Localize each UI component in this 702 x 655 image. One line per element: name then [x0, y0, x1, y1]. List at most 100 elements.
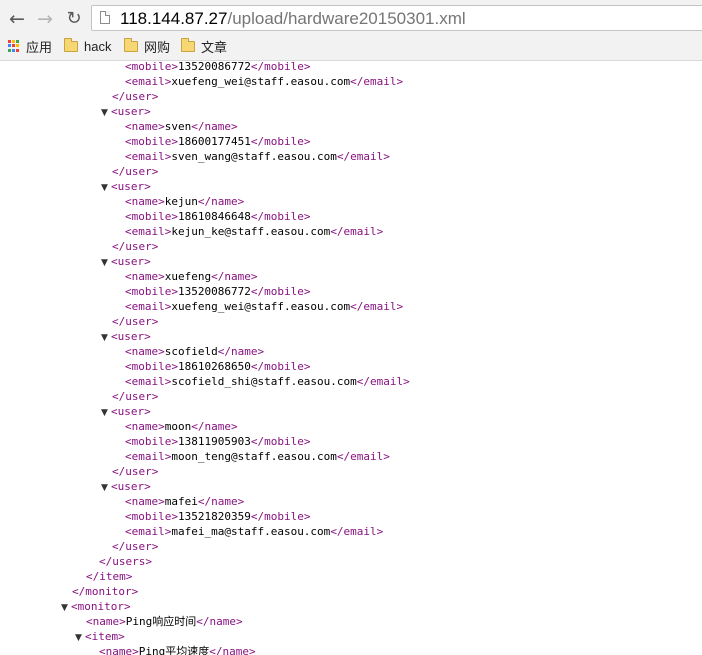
xml-text: 13811905903	[177, 435, 251, 448]
xml-users-close: </users>	[99, 554, 152, 569]
xml-tag: </mobile>	[250, 510, 311, 523]
xml-tag: </item>	[86, 570, 133, 583]
xml-text: 13520086772	[177, 61, 251, 73]
xml-tag: </email>	[330, 225, 384, 238]
xml-text: 18600177451	[177, 135, 251, 148]
xml-user-close: </user>	[112, 539, 158, 554]
xml-text: Ping响应时间	[125, 615, 197, 628]
xml-email-line: <email>xuefeng_wei@staff.easou.com</emai…	[125, 74, 403, 89]
xml-tag: </name>	[191, 120, 238, 133]
xml-tag: <name>	[125, 495, 165, 508]
xml-tag: <user>	[111, 330, 151, 343]
xml-tag: </email>	[330, 525, 384, 538]
collapse-toggle-icon[interactable]: ▼	[101, 406, 111, 421]
xml-tag: <user>	[111, 480, 151, 493]
apps-grid-icon	[8, 40, 20, 52]
xml-tag: <mobile>	[125, 510, 178, 523]
folder-icon	[181, 37, 195, 52]
xml-text: 18610268650	[177, 360, 251, 373]
xml-tag: </user>	[112, 240, 159, 253]
url-path: /upload/hardware20150301.xml	[227, 9, 466, 28]
xml-text: mafei	[164, 495, 198, 508]
xml-tag: </mobile>	[250, 135, 311, 148]
bookmark-folder-articles[interactable]: 文章	[181, 35, 227, 57]
collapse-toggle-icon[interactable]: ▼	[75, 631, 85, 646]
address-bar[interactable]: 118.144.87.27/upload/hardware20150301.xm…	[91, 5, 702, 31]
xml-user-close: </user>	[112, 464, 158, 479]
xml-text: xuefeng	[164, 270, 212, 283]
xml-monitor-close: </monitor>	[72, 584, 138, 599]
xml-email-line: <email>moon_teng@staff.easou.com</email>	[125, 449, 390, 464]
xml-tag: </name>	[209, 645, 256, 655]
apps-grid-dot	[12, 48, 15, 52]
browser-toolbar: ← → ↻ 118.144.87.27/upload/hardware20150…	[0, 4, 702, 34]
xml-text: 13520086772	[177, 285, 251, 298]
apps-grid-dot	[8, 48, 11, 52]
xml-tag: <mobile>	[125, 61, 178, 73]
xml-text: sven_wang@staff.easou.com	[171, 150, 337, 163]
xml-user-close: </user>	[112, 239, 158, 254]
bookmark-label: hack	[84, 38, 112, 54]
forward-button[interactable]: →	[33, 7, 57, 31]
xml-tag: <mobile>	[125, 210, 178, 223]
xml-tag: <email>	[125, 75, 172, 88]
xml-tag: </mobile>	[250, 285, 311, 298]
xml-text: kejun_ke@staff.easou.com	[171, 225, 331, 238]
collapse-toggle-icon[interactable]: ▼	[101, 481, 111, 496]
collapse-toggle-icon[interactable]: ▼	[61, 601, 71, 616]
xml-tag: </name>	[196, 615, 243, 628]
bookmark-folder-hack[interactable]: hack	[64, 35, 111, 57]
xml-user-open: ▼ <user>	[101, 254, 151, 269]
apps-grid-dot	[16, 48, 19, 52]
xml-name-line: <name>kejun</name>	[125, 194, 244, 209]
xml-mobile-line: <mobile>18610268650</mobile>	[125, 359, 310, 374]
xml-tag: </user>	[112, 315, 159, 328]
xml-tag: </user>	[112, 540, 159, 553]
xml-tag: </name>	[191, 420, 238, 433]
xml-tag: <email>	[125, 375, 172, 388]
bookmark-apps[interactable]: 应用	[8, 35, 52, 57]
apps-grid-dot	[12, 44, 15, 48]
xml-monitor-name-line: <name>Ping响应时间</name>	[86, 614, 243, 629]
xml-tag: <user>	[111, 180, 151, 193]
bookmark-folder-shopping[interactable]: 网购	[124, 35, 170, 57]
bookmark-label: 网购	[144, 39, 171, 55]
xml-email-line: <email>scofield_shi@staff.easou.com</ema…	[125, 374, 410, 389]
xml-mobile-line: <mobile>13811905903</mobile>	[125, 434, 310, 449]
xml-tag: <name>	[125, 195, 165, 208]
xml-tag: </name>	[211, 270, 258, 283]
collapse-toggle-icon[interactable]: ▼	[101, 256, 111, 271]
folder-icon	[64, 37, 78, 52]
xml-tag: </mobile>	[250, 61, 311, 73]
bookmark-label: 应用	[26, 39, 53, 55]
apps-grid-dot	[8, 40, 11, 43]
xml-tag: <user>	[111, 405, 151, 418]
xml-name-line: <name>xuefeng</name>	[125, 269, 257, 284]
xml-tag: <name>	[125, 345, 165, 358]
xml-monitor-open: ▼ <monitor>	[61, 599, 131, 614]
xml-tag: <mobile>	[125, 435, 178, 448]
xml-tag: </mobile>	[250, 360, 311, 373]
xml-mobile-line: <mobile>18610846648</mobile>	[125, 209, 310, 224]
apps-grid-dot	[16, 40, 19, 43]
reload-button[interactable]: ↻	[62, 7, 86, 31]
xml-name-line: <name>sven</name>	[125, 119, 238, 134]
xml-mobile-line: <mobile>13520086772</mobile>	[125, 284, 310, 299]
xml-tag: <item>	[85, 630, 125, 643]
collapse-toggle-icon[interactable]: ▼	[101, 331, 111, 346]
xml-tag: </monitor>	[72, 585, 139, 598]
xml-email-line: <email>xuefeng_wei@staff.easou.com</emai…	[125, 299, 403, 314]
collapse-toggle-icon[interactable]: ▼	[101, 181, 111, 196]
url-text[interactable]: 118.144.87.27/upload/hardware20150301.xm…	[120, 9, 466, 28]
browser-chrome: ← → ↻ 118.144.87.27/upload/hardware20150…	[0, 0, 702, 61]
xml-text: xuefeng_wei@staff.easou.com	[171, 75, 351, 88]
url-host: 118.144.87.27	[120, 9, 228, 28]
xml-text: moon	[164, 420, 192, 433]
back-button[interactable]: ←	[5, 7, 29, 31]
xml-tag: </email>	[336, 450, 390, 463]
xml-tag: </mobile>	[250, 210, 311, 223]
xml-text: sven	[164, 120, 192, 133]
xml-tag: </user>	[112, 390, 159, 403]
arrow-left-icon: ←	[9, 8, 25, 30]
collapse-toggle-icon[interactable]: ▼	[101, 106, 111, 121]
